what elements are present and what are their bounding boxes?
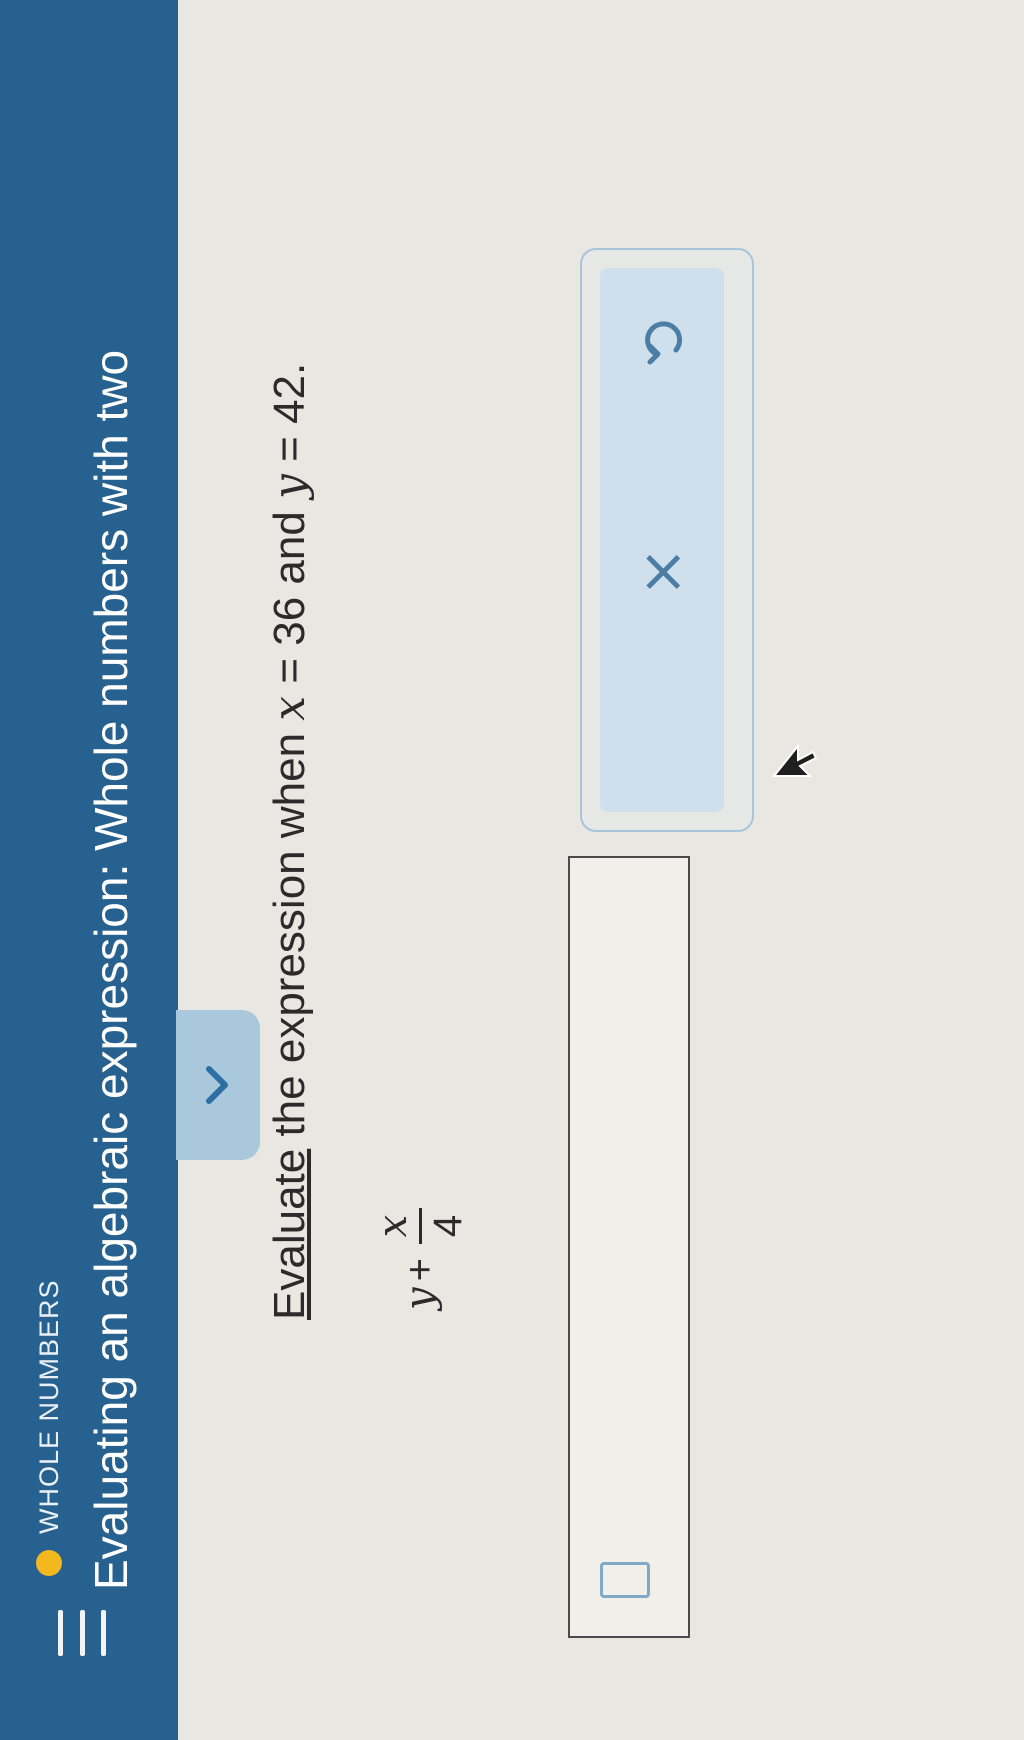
algebraic-expression: y + x 4 — [360, 1208, 480, 1310]
x-variable: x — [264, 695, 315, 721]
problem-text-3: = 42. — [265, 362, 314, 475]
hamburger-menu-icon[interactable] — [58, 1610, 106, 1656]
topic-status-dot — [36, 1550, 62, 1576]
y-variable: y — [264, 474, 315, 499]
rotated-screen: WHOLE NUMBERS Evaluating an algebraic ex… — [0, 0, 1024, 1740]
lesson-title: Evaluating an algebraic expression: Whol… — [85, 349, 137, 1590]
expression-fraction: x 4 — [369, 1208, 470, 1245]
fraction-bar — [418, 1208, 422, 1245]
problem-text-1: the expression when — [265, 720, 314, 1149]
fraction-numerator: x — [369, 1214, 416, 1238]
action-panel: × — [580, 248, 754, 832]
evaluate-link[interactable]: Evaluate — [265, 1149, 314, 1320]
mouse-cursor-icon — [770, 740, 825, 780]
fraction-denominator: 4 — [425, 1214, 470, 1238]
expression-plus: + — [397, 1258, 442, 1282]
collapse-button[interactable] — [176, 1010, 260, 1160]
topic-label: WHOLE NUMBERS — [34, 1279, 64, 1534]
action-toolbar: × — [600, 268, 724, 812]
problem-text-2: = 36 and — [265, 498, 314, 696]
chevron-down-icon — [206, 1066, 228, 1104]
input-placeholder-box — [600, 1562, 650, 1598]
expression-y: y — [397, 1287, 443, 1310]
clear-button[interactable]: × — [600, 512, 724, 632]
answer-input[interactable] — [568, 856, 690, 1638]
header-bar: WHOLE NUMBERS Evaluating an algebraic ex… — [0, 0, 178, 1740]
undo-icon — [645, 321, 683, 365]
problem-statement: Evaluate the expression when x = 36 and … — [264, 363, 315, 1320]
undo-button[interactable] — [600, 282, 724, 402]
